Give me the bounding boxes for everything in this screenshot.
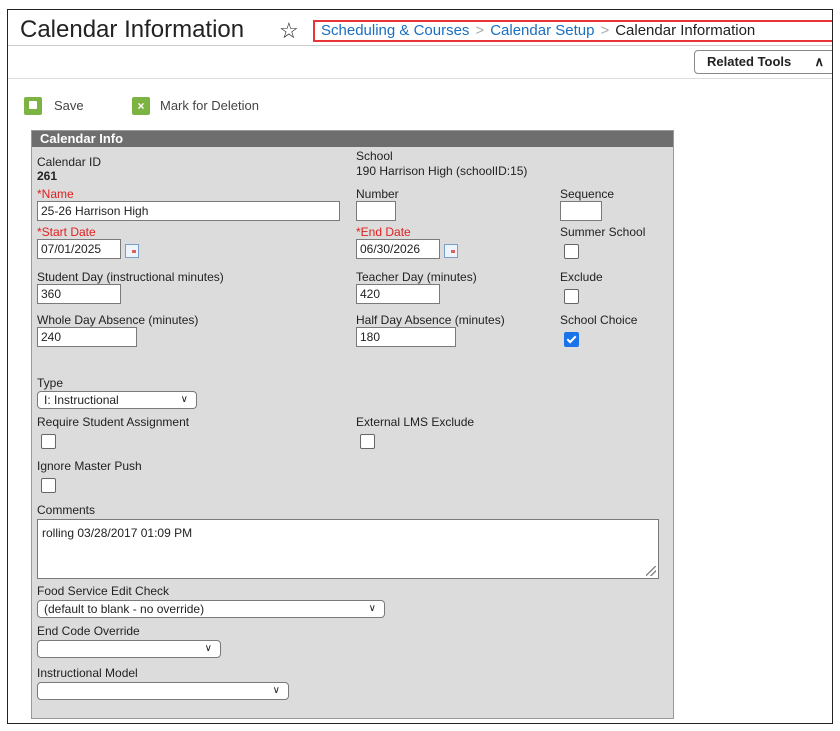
food-service-edit-check-label: Food Service Edit Check [37, 584, 170, 598]
delete-icon: × [132, 97, 150, 115]
breadcrumb-item-scheduling-courses[interactable]: Scheduling & Courses [321, 22, 469, 39]
teacher-day-label: Teacher Day (minutes) [356, 270, 477, 284]
save-label: Save [54, 98, 84, 113]
summer-school-checkbox[interactable] [564, 244, 579, 259]
summer-school-label: Summer School [560, 225, 646, 239]
end-code-override-select[interactable]: ∨ [37, 640, 221, 658]
start-date-label: *Start Date [37, 225, 96, 239]
page-header: Calendar Information ☆ Scheduling & Cour… [8, 10, 832, 46]
school-value: 190 Harrison High (schoolID:15) [356, 164, 528, 178]
breadcrumb-separator-icon: > [600, 22, 610, 39]
breadcrumb-separator-icon: > [475, 22, 485, 39]
start-date-input[interactable]: 07/01/2025 [37, 239, 121, 259]
half-day-absence-input[interactable]: 180 [356, 327, 456, 347]
app-window: Calendar Information ☆ Scheduling & Cour… [7, 9, 833, 724]
type-select[interactable]: I: Instructional ∨ [37, 391, 197, 409]
require-student-assignment-label: Require Student Assignment [37, 415, 190, 429]
chevron-down-icon: ∨ [368, 603, 376, 614]
name-input[interactable]: 25-26 Harrison High [37, 201, 340, 221]
related-tools-label: Related Tools [707, 54, 792, 69]
ignore-master-push-label: Ignore Master Push [37, 459, 142, 473]
chevron-down-icon: ∨ [272, 685, 280, 696]
half-day-absence-label: Half Day Absence (minutes) [356, 313, 505, 327]
instructional-model-label: Instructional Model [37, 666, 138, 680]
number-label: Number [356, 187, 399, 201]
whole-day-absence-input[interactable]: 240 [37, 327, 137, 347]
external-lms-exclude-checkbox[interactable] [360, 434, 375, 449]
mark-for-deletion-label: Mark for Deletion [160, 98, 259, 113]
calendar-id-label: Calendar ID [37, 155, 102, 169]
chevron-up-icon: ∧ [814, 54, 824, 69]
school-label: School [356, 149, 393, 163]
school-choice-label: School Choice [560, 313, 638, 327]
page-title: Calendar Information [20, 16, 245, 43]
related-tools-button[interactable]: Related Tools ∧ [694, 50, 832, 74]
require-student-assignment-checkbox[interactable] [41, 434, 56, 449]
chevron-down-icon: ∨ [204, 643, 212, 654]
end-date-input[interactable]: 06/30/2026 [356, 239, 440, 259]
comments-value: rolling 03/28/2017 01:09 PM [42, 526, 193, 540]
breadcrumb-item-calendar-information: Calendar Information [615, 22, 756, 39]
name-label: *Name [37, 187, 74, 201]
end-code-override-label: End Code Override [37, 624, 140, 638]
exclude-checkbox[interactable] [564, 289, 579, 304]
whole-day-absence-label: Whole Day Absence (minutes) [37, 313, 199, 327]
food-service-select-value: (default to blank - no override) [44, 602, 205, 616]
ignore-master-push-checkbox[interactable] [41, 478, 56, 493]
student-day-input[interactable]: 360 [37, 284, 121, 304]
comments-textarea[interactable]: rolling 03/28/2017 01:09 PM [37, 519, 659, 579]
calendar-icon[interactable] [444, 244, 458, 258]
breadcrumb: Scheduling & Courses > Calendar Setup > Cale… [313, 20, 832, 42]
panel-title: Calendar Info [32, 131, 673, 147]
comments-label: Comments [37, 503, 96, 517]
chevron-down-icon: ∨ [180, 394, 188, 405]
end-date-label: *End Date [356, 225, 411, 239]
school-choice-checkbox[interactable] [564, 332, 579, 347]
star-icon[interactable]: ☆ [279, 18, 299, 44]
save-icon [24, 97, 42, 115]
exclude-label: Exclude [560, 270, 603, 284]
calendar-id-value: 261 [37, 169, 58, 183]
external-lms-exclude-label: External LMS Exclude [356, 415, 475, 429]
food-service-edit-check-select[interactable]: (default to blank - no override) ∨ [37, 600, 385, 618]
student-day-label: Student Day (instructional minutes) [37, 270, 224, 284]
number-input[interactable] [356, 201, 396, 221]
calendar-icon[interactable] [125, 244, 139, 258]
sequence-label: Sequence [560, 187, 615, 201]
sequence-input[interactable] [560, 201, 602, 221]
type-label: Type [37, 376, 64, 390]
type-select-value: I: Instructional [44, 393, 119, 407]
toolbar-divider [8, 78, 832, 79]
breadcrumb-item-calendar-setup[interactable]: Calendar Setup [490, 22, 594, 39]
teacher-day-input[interactable]: 420 [356, 284, 440, 304]
header-divider [8, 45, 832, 46]
instructional-model-select[interactable]: ∨ [37, 682, 289, 700]
calendar-info-panel: Calendar Info Calendar ID 261 School 190… [31, 130, 674, 719]
resize-grip-icon[interactable] [646, 566, 656, 576]
